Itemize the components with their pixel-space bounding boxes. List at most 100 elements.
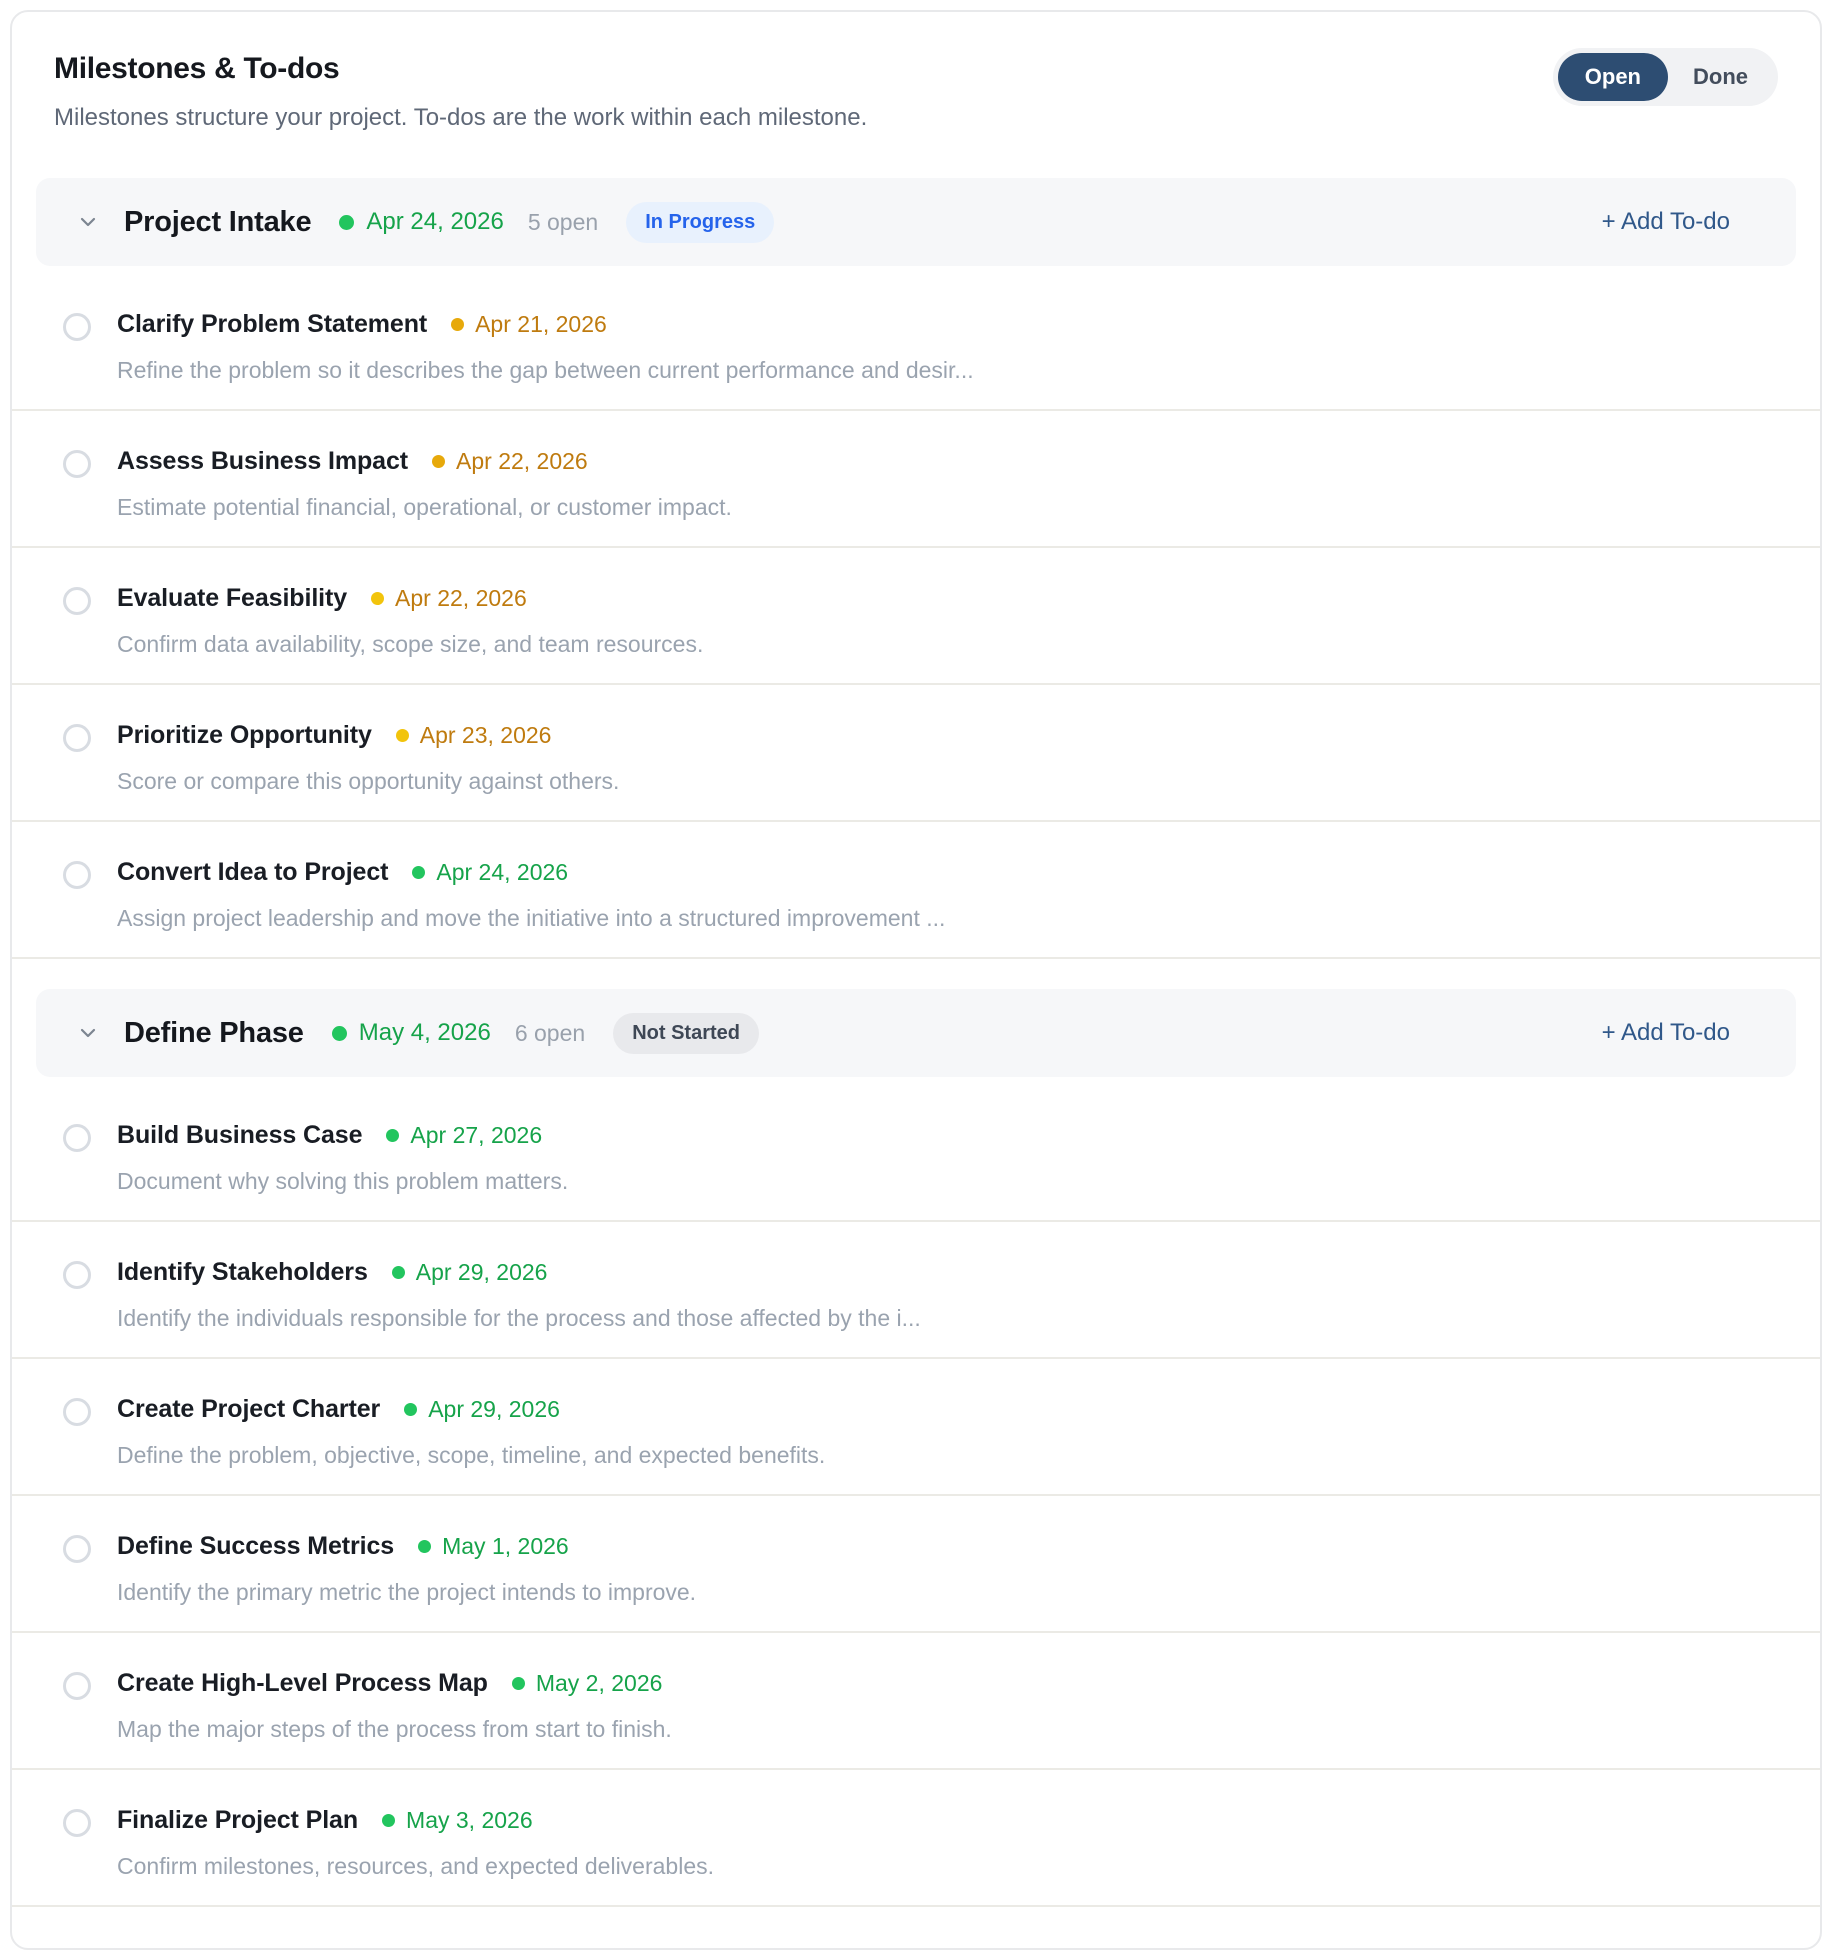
todo-title: Define Success Metrics — [117, 1532, 395, 1560]
todo-due-dot-icon — [418, 1540, 432, 1553]
milestones-list: Project Intake Apr 24, 2026 5 open In Pr… — [12, 178, 1820, 1907]
todo-title-row: Create High-Level Process Map May 2, 202… — [117, 1669, 672, 1698]
todo-row[interactable]: Finalize Project Plan May 3, 2026 Confir… — [12, 1770, 1820, 1907]
milestones-card: Milestones & To-dos Milestones structure… — [10, 10, 1822, 1950]
todo-description: Map the major steps of the process from … — [117, 1716, 672, 1742]
todo-list: Build Business Case Apr 27, 2026 Documen… — [12, 1077, 1820, 1907]
todo-body: Create High-Level Process Map May 2, 202… — [117, 1669, 672, 1743]
todo-description: Confirm milestones, resources, and expec… — [117, 1853, 715, 1879]
milestone-header: Define Phase May 4, 2026 6 open Not Star… — [36, 989, 1796, 1077]
todo-title-row: Evaluate Feasibility Apr 22, 2026 — [117, 584, 703, 613]
todo-title: Create High-Level Process Map — [117, 1669, 488, 1697]
todo-checkbox[interactable] — [63, 450, 91, 478]
milestone-title: Project Intake — [124, 205, 312, 238]
toggle-done-button[interactable]: Done — [1668, 53, 1773, 101]
todo-due-dot-icon — [511, 1677, 525, 1690]
todo-row[interactable]: Build Business Case Apr 27, 2026 Documen… — [12, 1085, 1820, 1222]
todo-checkbox[interactable] — [63, 1398, 91, 1426]
todo-body: Identify Stakeholders Apr 29, 2026 Ident… — [117, 1258, 921, 1332]
todo-title: Finalize Project Plan — [117, 1806, 359, 1834]
todo-title: Evaluate Feasibility — [117, 584, 348, 612]
todo-due-dot-icon — [412, 866, 426, 879]
milestone-status-badge: In Progress — [626, 201, 775, 243]
toggle-open-button[interactable]: Open — [1557, 53, 1668, 101]
todo-checkbox[interactable] — [63, 1124, 91, 1152]
todo-title-row: Create Project Charter Apr 29, 2026 — [117, 1395, 825, 1424]
todo-row[interactable]: Identify Stakeholders Apr 29, 2026 Ident… — [12, 1222, 1820, 1359]
todo-due-dot-icon — [391, 1266, 405, 1279]
add-todo-button[interactable]: + Add To-do — [1602, 208, 1730, 236]
milestone-title: Define Phase — [124, 1016, 304, 1049]
todo-description: Score or compare this opportunity agains… — [117, 768, 620, 794]
todo-due-dot-icon — [451, 318, 465, 331]
chevron-down-icon[interactable] — [76, 1021, 100, 1045]
todo-description: Assign project leadership and move the i… — [117, 905, 946, 931]
todo-body: Define Success Metrics May 1, 2026 Ident… — [117, 1532, 696, 1606]
chevron-down-icon[interactable] — [76, 210, 100, 234]
todo-checkbox[interactable] — [63, 1261, 91, 1289]
todo-title: Build Business Case — [117, 1121, 363, 1149]
todo-row[interactable]: Prioritize Opportunity Apr 23, 2026 Scor… — [12, 685, 1820, 822]
todo-checkbox[interactable] — [63, 861, 91, 889]
todo-title-row: Assess Business Impact Apr 22, 2026 — [117, 447, 732, 476]
todo-row[interactable]: Clarify Problem Statement Apr 21, 2026 R… — [12, 274, 1820, 411]
todo-checkbox[interactable] — [63, 1672, 91, 1700]
todo-title: Prioritize Opportunity — [117, 721, 372, 749]
todo-body: Evaluate Feasibility Apr 22, 2026 Confir… — [117, 584, 703, 658]
todo-description: Confirm data availability, scope size, a… — [117, 631, 704, 657]
milestone-due-date: May 4, 2026 — [358, 1019, 491, 1046]
milestone-section: Project Intake Apr 24, 2026 5 open In Pr… — [12, 178, 1820, 959]
todo-checkbox[interactable] — [63, 1535, 91, 1563]
open-done-toggle: Open Done — [1552, 48, 1778, 106]
todo-due-date: Apr 23, 2026 — [419, 722, 552, 748]
todo-row[interactable]: Convert Idea to Project Apr 24, 2026 Ass… — [12, 822, 1820, 959]
todo-body: Clarify Problem Statement Apr 21, 2026 R… — [117, 310, 974, 384]
milestone-header: Project Intake Apr 24, 2026 5 open In Pr… — [36, 178, 1796, 266]
todo-body: Build Business Case Apr 27, 2026 Documen… — [117, 1121, 568, 1195]
todo-row[interactable]: Define Success Metrics May 1, 2026 Ident… — [12, 1496, 1820, 1633]
todo-due-dot-icon — [382, 1814, 396, 1827]
todo-due-date: Apr 27, 2026 — [410, 1122, 543, 1148]
todo-body: Create Project Charter Apr 29, 2026 Defi… — [117, 1395, 825, 1469]
todo-description: Document why solving this problem matter… — [117, 1168, 569, 1194]
todo-title: Convert Idea to Project — [117, 858, 389, 886]
todo-body: Assess Business Impact Apr 22, 2026 Esti… — [117, 447, 732, 521]
todo-checkbox[interactable] — [63, 1809, 91, 1837]
todo-row[interactable]: Assess Business Impact Apr 22, 2026 Esti… — [12, 411, 1820, 548]
todo-due-dot-icon — [371, 592, 385, 605]
milestone-open-count: 6 open — [514, 1019, 586, 1046]
page-subtitle: Milestones structure your project. To-do… — [54, 104, 868, 131]
todo-title: Identify Stakeholders — [117, 1258, 368, 1286]
todo-title-row: Identify Stakeholders Apr 29, 2026 — [117, 1258, 921, 1287]
todo-title-row: Clarify Problem Statement Apr 21, 2026 — [117, 310, 974, 339]
todo-description: Identify the individuals responsible for… — [117, 1305, 921, 1331]
page-title: Milestones & To-dos — [54, 52, 340, 85]
todo-due-date: May 3, 2026 — [406, 1807, 533, 1833]
milestone-open-count: 5 open — [527, 208, 599, 235]
todo-checkbox[interactable] — [63, 724, 91, 752]
todo-title-row: Finalize Project Plan May 3, 2026 — [117, 1806, 714, 1835]
todo-description: Define the problem, objective, scope, ti… — [117, 1442, 826, 1468]
milestone-status-badge: Not Started — [613, 1012, 759, 1054]
todo-due-date: May 2, 2026 — [535, 1670, 663, 1696]
todo-description: Identify the primary metric the project … — [117, 1579, 697, 1605]
milestone-section: Define Phase May 4, 2026 6 open Not Star… — [12, 989, 1820, 1907]
todo-title-row: Build Business Case Apr 27, 2026 — [117, 1121, 568, 1150]
todo-row[interactable]: Evaluate Feasibility Apr 22, 2026 Confir… — [12, 548, 1820, 685]
todo-due-date: Apr 21, 2026 — [475, 311, 607, 337]
todo-row[interactable]: Create High-Level Process Map May 2, 202… — [12, 1633, 1820, 1770]
todo-body: Finalize Project Plan May 3, 2026 Confir… — [117, 1806, 714, 1880]
todo-row[interactable]: Create Project Charter Apr 29, 2026 Defi… — [12, 1359, 1820, 1496]
todo-title: Assess Business Impact — [117, 447, 409, 475]
todo-due-date: May 1, 2026 — [442, 1533, 569, 1559]
todo-due-dot-icon — [386, 1129, 400, 1142]
todo-due-date: Apr 29, 2026 — [415, 1259, 548, 1285]
todo-checkbox[interactable] — [63, 587, 91, 615]
todo-due-date: Apr 22, 2026 — [456, 448, 588, 474]
todo-checkbox[interactable] — [63, 313, 91, 341]
todo-description: Refine the problem so it describes the g… — [117, 357, 974, 383]
todo-body: Convert Idea to Project Apr 24, 2026 Ass… — [117, 858, 945, 932]
add-todo-button[interactable]: + Add To-do — [1602, 1019, 1730, 1047]
card-header: Milestones & To-dos Milestones structure… — [12, 12, 1820, 132]
milestone-due-date: Apr 24, 2026 — [366, 208, 504, 235]
